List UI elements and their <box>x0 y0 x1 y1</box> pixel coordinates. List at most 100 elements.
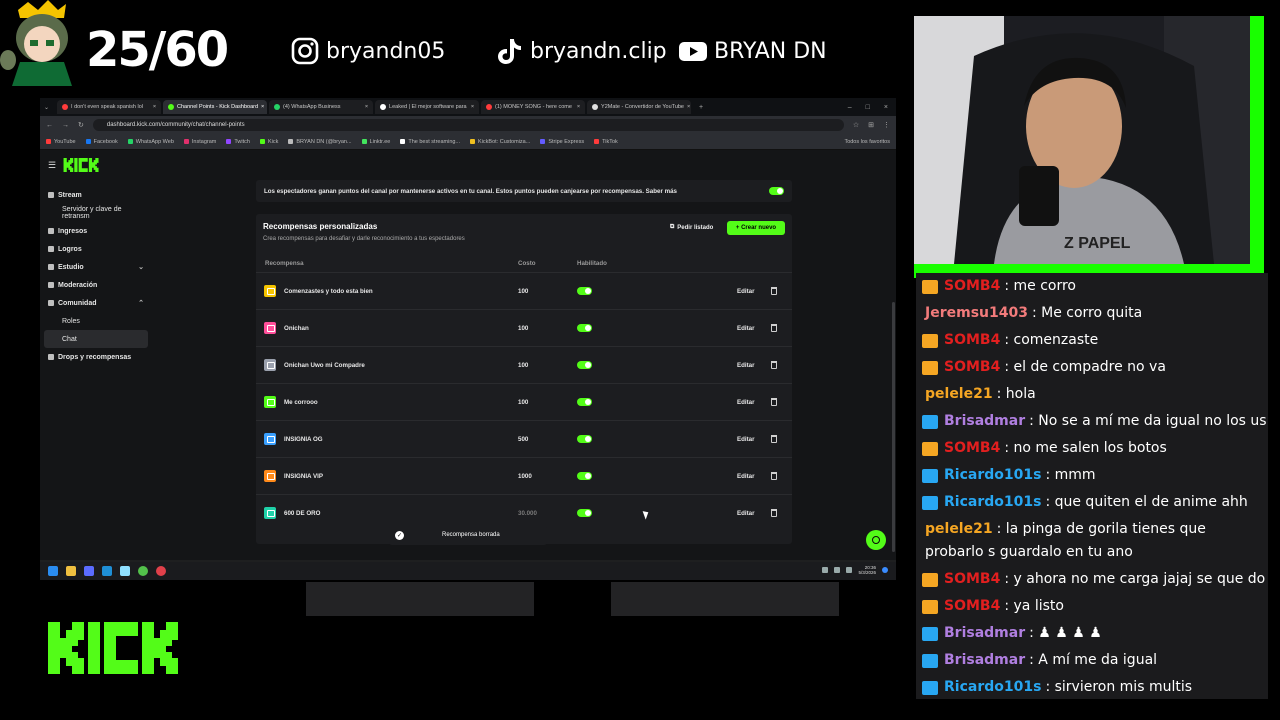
chat-username[interactable]: Brisadmar <box>944 652 1025 668</box>
page-scrollbar[interactable] <box>892 302 895 552</box>
obs-icon[interactable] <box>156 566 166 576</box>
edit-reward-button[interactable]: Editar <box>737 362 755 369</box>
file-explorer-icon[interactable] <box>66 566 76 576</box>
chat-username[interactable]: Ricardo101s <box>944 494 1041 510</box>
tab-close-icon[interactable]: × <box>577 104 580 110</box>
reward-enabled-toggle[interactable] <box>577 472 592 480</box>
chevron-icon[interactable]: ⌄ <box>138 263 144 271</box>
browser-tab[interactable]: Leaked | El mejor software para × <box>375 100 480 114</box>
chat-username[interactable]: SOMB4 <box>944 440 1000 456</box>
bookmark-item[interactable]: Facebook <box>85 139 118 145</box>
edit-reward-button[interactable]: Editar <box>737 288 755 295</box>
reward-enabled-toggle[interactable] <box>577 398 592 406</box>
bookmark-item[interactable]: KickBot: Customiza... <box>470 139 530 145</box>
network-icon[interactable] <box>834 567 841 573</box>
edit-reward-button[interactable]: Editar <box>737 325 755 332</box>
close-icon[interactable]: × <box>884 104 888 111</box>
delete-reward-icon[interactable] <box>771 324 777 332</box>
sidebar-item-chat[interactable]: Chat <box>44 330 148 348</box>
clock[interactable]: 20:36 5/3/2026 <box>858 565 876 575</box>
bookmark-item[interactable]: The best streaming... <box>400 139 460 145</box>
chat-username[interactable]: SOMB4 <box>944 571 1000 587</box>
sidebar-item-ingresos[interactable]: Ingresos <box>44 222 148 240</box>
sidebar-item-stream[interactable]: Stream <box>44 186 148 204</box>
maximize-icon[interactable]: □ <box>866 104 870 111</box>
bookmark-item[interactable]: BRYAN DN (@bryan... <box>288 139 352 145</box>
browser-tab[interactable]: (4) WhatsApp Business × <box>269 100 374 114</box>
chrome-icon[interactable] <box>138 566 148 576</box>
browser-tab[interactable]: Channel Points - Kick Dashboard × <box>163 100 268 114</box>
minimize-icon[interactable]: – <box>848 104 852 111</box>
delete-reward-icon[interactable] <box>771 287 777 295</box>
bookmark-item[interactable]: Linktr.ee <box>361 139 390 145</box>
notification-icon[interactable] <box>882 567 888 573</box>
sidebar-item-estudio[interactable]: Estudio ⌄ <box>44 258 148 276</box>
bookmark-item[interactable]: WhatsApp Web <box>127 139 174 145</box>
chat-username[interactable]: SOMB4 <box>944 278 1000 294</box>
hamburger-icon[interactable]: ☰ <box>48 160 56 171</box>
request-list-button[interactable]: ⧉ Pedir listado <box>670 224 713 231</box>
all-bookmarks[interactable]: Todos los favoritos <box>844 139 890 145</box>
bookmark-item[interactable]: Stripe Express <box>540 139 584 145</box>
edit-reward-button[interactable]: Editar <box>737 473 755 480</box>
chevron-icon[interactable]: ⌃ <box>138 299 144 307</box>
chat-username[interactable]: pelele21 <box>925 521 993 537</box>
tab-close-icon[interactable]: × <box>471 104 474 110</box>
kick-logo[interactable]: ☰ <box>48 158 106 172</box>
chat-username[interactable]: Brisadmar <box>944 413 1025 429</box>
reward-enabled-toggle[interactable] <box>577 509 592 517</box>
tray-chevron-icon[interactable] <box>822 567 829 573</box>
delete-reward-icon[interactable] <box>771 398 777 406</box>
reward-enabled-toggle[interactable] <box>577 324 592 332</box>
help-fab-button[interactable] <box>866 530 886 550</box>
create-reward-button[interactable]: + Crear nuevo <box>727 221 785 235</box>
bookmark-item[interactable]: YouTube <box>46 139 76 145</box>
sidebar-item-drops-y-recompensas[interactable]: Drops y recompensas <box>44 348 148 366</box>
reload-icon[interactable]: ↻ <box>78 121 84 129</box>
new-tab-icon[interactable]: + <box>699 104 703 111</box>
edit-reward-button[interactable]: Editar <box>737 399 755 406</box>
bookmark-star-icon[interactable]: ☆ <box>853 121 859 129</box>
chat-username[interactable]: SOMB4 <box>944 359 1000 375</box>
chat-username[interactable]: Jeremsu1403 <box>925 305 1028 321</box>
tab-close-icon[interactable]: × <box>153 104 156 110</box>
bookmark-item[interactable]: Kick <box>259 139 278 145</box>
tab-close-icon[interactable]: × <box>365 104 368 110</box>
chat-username[interactable]: pelele21 <box>925 386 993 402</box>
menu-icon[interactable]: ⋮ <box>883 121 890 129</box>
url-input[interactable]: dashboard.kick.com/community/chat/channe… <box>92 119 844 131</box>
chat-username[interactable]: Ricardo101s <box>944 679 1041 695</box>
sidebar-item-logros[interactable]: Logros <box>44 240 148 258</box>
sidebar-item-moderación[interactable]: Moderación <box>44 276 148 294</box>
chat-username[interactable]: SOMB4 <box>944 598 1000 614</box>
discord-icon[interactable] <box>84 566 94 576</box>
windows-start-icon[interactable] <box>48 566 58 576</box>
sidebar-item-roles[interactable]: Roles <box>44 312 148 330</box>
browser-tab[interactable]: (1) MONEY SONG - here come × <box>481 100 586 114</box>
edit-reward-button[interactable]: Editar <box>737 436 755 443</box>
volume-icon[interactable] <box>846 567 853 573</box>
reward-enabled-toggle[interactable] <box>577 361 592 369</box>
chat-username[interactable]: Ricardo101s <box>944 467 1041 483</box>
sidebar-item-comunidad[interactable]: Comunidad ⌃ <box>44 294 148 312</box>
forward-icon[interactable]: → <box>62 122 69 129</box>
reward-enabled-toggle[interactable] <box>577 435 592 443</box>
browser-tab[interactable]: Y2Mate - Convertidor de YouTube × <box>587 100 692 114</box>
reward-enabled-toggle[interactable] <box>577 287 592 295</box>
extensions-icon[interactable]: ⊞ <box>868 121 874 129</box>
browser-tab[interactable]: I don't even speak spanish lol × <box>57 100 162 114</box>
back-icon[interactable]: ← <box>46 122 53 129</box>
steam-icon[interactable] <box>102 566 112 576</box>
chat-username[interactable]: SOMB4 <box>944 332 1000 348</box>
sidebar-item-servidor-y-clave-de-retransm[interactable]: Servidor y clave de retransm <box>44 204 148 222</box>
edit-reward-button[interactable]: Editar <box>737 510 755 517</box>
tab-close-icon[interactable]: × <box>687 104 690 110</box>
delete-reward-icon[interactable] <box>771 435 777 443</box>
chat-username[interactable]: Brisadmar <box>944 625 1025 641</box>
app-icon[interactable] <box>120 566 130 576</box>
bookmark-item[interactable]: Twitch <box>226 139 250 145</box>
bookmark-item[interactable]: TikTok <box>594 139 618 145</box>
delete-reward-icon[interactable] <box>771 361 777 369</box>
tab-search-icon[interactable]: ⌄ <box>44 104 49 111</box>
bookmark-item[interactable]: Instagram <box>183 139 216 145</box>
